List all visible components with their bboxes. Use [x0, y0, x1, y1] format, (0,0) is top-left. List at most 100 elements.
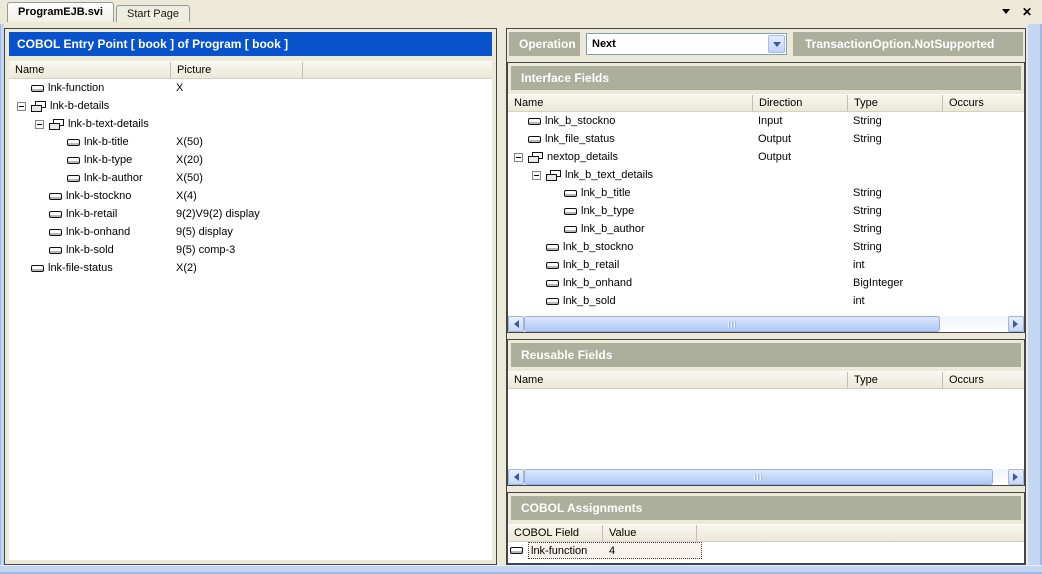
column-header-cobol-field: COBOL Field: [508, 525, 602, 541]
tree-value-cell: [752, 256, 847, 274]
table-row[interactable]: lnk_b_titleString: [508, 184, 1024, 202]
table-row[interactable]: lnk-b-authorX(50): [9, 169, 492, 187]
tree-value-cell: [302, 133, 492, 151]
arrow-right-icon: [1013, 473, 1022, 481]
tree-name-cell: lnk-b-author: [9, 169, 170, 187]
scrollbar-track[interactable]: [524, 316, 1008, 332]
table-row[interactable]: nextop_detailsOutput: [508, 148, 1024, 166]
cobol-assignments-column-header: COBOL Field Value: [508, 524, 1024, 542]
column-header-blank: [696, 525, 1024, 541]
interface-fields-hscrollbar[interactable]: [508, 316, 1024, 332]
group-field-icon: [49, 119, 64, 130]
operation-label: Operation: [509, 32, 580, 56]
cobol-assignments-section: COBOL Assignments COBOL Field Value lnk-…: [507, 492, 1025, 564]
assignment-value[interactable]: 4: [601, 545, 615, 557]
table-row[interactable]: lnk_b_retailint: [508, 256, 1024, 274]
cell-text: BigInteger: [847, 277, 903, 289]
selected-assignment-row[interactable]: lnk-function4: [528, 542, 702, 559]
tree-name-cell: lnk-b-retail: [9, 205, 170, 223]
entry-point-title: COBOL Entry Point [ book ] of Program [ …: [9, 32, 492, 56]
table-row[interactable]: lnk_b_authorString: [508, 220, 1024, 238]
tree-name-cell: lnk-function: [9, 79, 170, 97]
tab-programejb-svi[interactable]: ProgramEJB.svi: [7, 2, 114, 22]
collapse-expander-icon[interactable]: [514, 153, 523, 162]
tree-value-cell: [170, 115, 302, 133]
leaf-field-icon: [49, 193, 62, 200]
table-row[interactable]: lnk_b_text_details: [508, 166, 1024, 184]
table-row[interactable]: lnk-b-stocknoX(4): [9, 187, 492, 205]
column-header-blank: [302, 62, 492, 78]
group-field-icon: [528, 152, 543, 163]
tree-item-label: lnk_b_retail: [563, 259, 619, 271]
table-row[interactable]: lnk-b-details: [9, 97, 492, 115]
tree-value-cell: [302, 223, 492, 241]
tree-value-cell: [942, 202, 1024, 220]
table-row[interactable]: lnk-b-titleX(50): [9, 133, 492, 151]
combo-dropdown-button[interactable]: [768, 35, 785, 53]
tree-name-cell: lnk-b-stockno: [9, 187, 170, 205]
leaf-field-icon: [510, 547, 523, 554]
tree-item-label: lnk-b-stockno: [66, 190, 131, 202]
tab-start-page[interactable]: Start Page: [116, 5, 190, 22]
table-row[interactable]: lnk-function4: [508, 542, 1024, 559]
tree-item-label: lnk_b_sold: [563, 295, 616, 307]
tree-value-cell: Output: [752, 130, 847, 148]
reusable-fields-hscrollbar[interactable]: [508, 469, 1024, 485]
tree-value-cell: [942, 166, 1024, 184]
scrollbar-thumb[interactable]: [524, 316, 940, 332]
table-row[interactable]: lnk-b-sold9(5) comp-3: [9, 241, 492, 259]
scrollbar-track[interactable]: [524, 469, 1008, 485]
collapse-expander-icon[interactable]: [532, 171, 541, 180]
table-row[interactable]: lnk-b-typeX(20): [9, 151, 492, 169]
table-row[interactable]: lnk-b-onhand9(5) display: [9, 223, 492, 241]
table-row[interactable]: lnk-functionX: [9, 79, 492, 97]
column-header-picture: Picture: [170, 62, 302, 78]
cell-text: X(50): [170, 136, 203, 148]
table-row[interactable]: lnk_b_typeString: [508, 202, 1024, 220]
reusable-fields-title: Reusable Fields: [511, 343, 1021, 367]
tree-value-cell: String: [847, 112, 942, 130]
tree-value-cell: String: [847, 220, 942, 238]
scroll-left-button[interactable]: [508, 469, 524, 485]
tree-value-cell: [302, 259, 492, 277]
tree-value-cell: [942, 274, 1024, 292]
scroll-right-button[interactable]: [1008, 316, 1024, 332]
collapse-expander-icon[interactable]: [17, 102, 26, 111]
tab-list-dropdown-icon[interactable]: [1002, 9, 1010, 18]
cell-text: Output: [752, 151, 791, 163]
table-row[interactable]: lnk_file_statusOutputString: [508, 130, 1024, 148]
tree-value-cell: [942, 238, 1024, 256]
collapse-expander-icon[interactable]: [35, 120, 44, 129]
tree-value-cell: [942, 184, 1024, 202]
tree-value-cell: String: [847, 130, 942, 148]
window-frame-right: [1027, 24, 1042, 565]
arrow-right-icon: [1013, 320, 1022, 328]
table-row[interactable]: lnk-file-statusX(2): [9, 259, 492, 277]
table-row[interactable]: lnk-b-text-details: [9, 115, 492, 133]
close-icon[interactable]: ✕: [1022, 6, 1032, 18]
table-row[interactable]: lnk_b_sold int: [508, 292, 1024, 310]
scrollbar-grip-icon: [754, 474, 763, 481]
leaf-field-icon: [564, 190, 577, 197]
leaf-field-icon: [67, 175, 80, 182]
tree-value-cell: X(20): [170, 151, 302, 169]
scroll-left-button[interactable]: [508, 316, 524, 332]
tree-value-cell: [942, 148, 1024, 166]
tree-value-cell: [302, 115, 492, 133]
leaf-field-icon: [546, 298, 559, 305]
table-row[interactable]: lnk_b_stocknoInputString: [508, 112, 1024, 130]
leaf-field-icon: [528, 136, 541, 143]
table-row[interactable]: lnk-b-retail9(2)V9(2) display: [9, 205, 492, 223]
tree-value-cell: [302, 151, 492, 169]
table-row[interactable]: lnk_b_stocknoString: [508, 238, 1024, 256]
cell-text: int: [847, 295, 865, 307]
operation-combobox[interactable]: Next: [586, 33, 787, 55]
scroll-right-button[interactable]: [1008, 469, 1024, 485]
tree-value-cell: [942, 256, 1024, 274]
cell-text: X(2): [170, 262, 197, 274]
scrollbar-thumb[interactable]: [524, 469, 993, 485]
column-header-name: Name: [9, 62, 170, 78]
tree-value-cell: [942, 220, 1024, 238]
table-row[interactable]: lnk_b_onhand BigInteger: [508, 274, 1024, 292]
tree-item-label: lnk_b_onhand: [563, 277, 632, 289]
